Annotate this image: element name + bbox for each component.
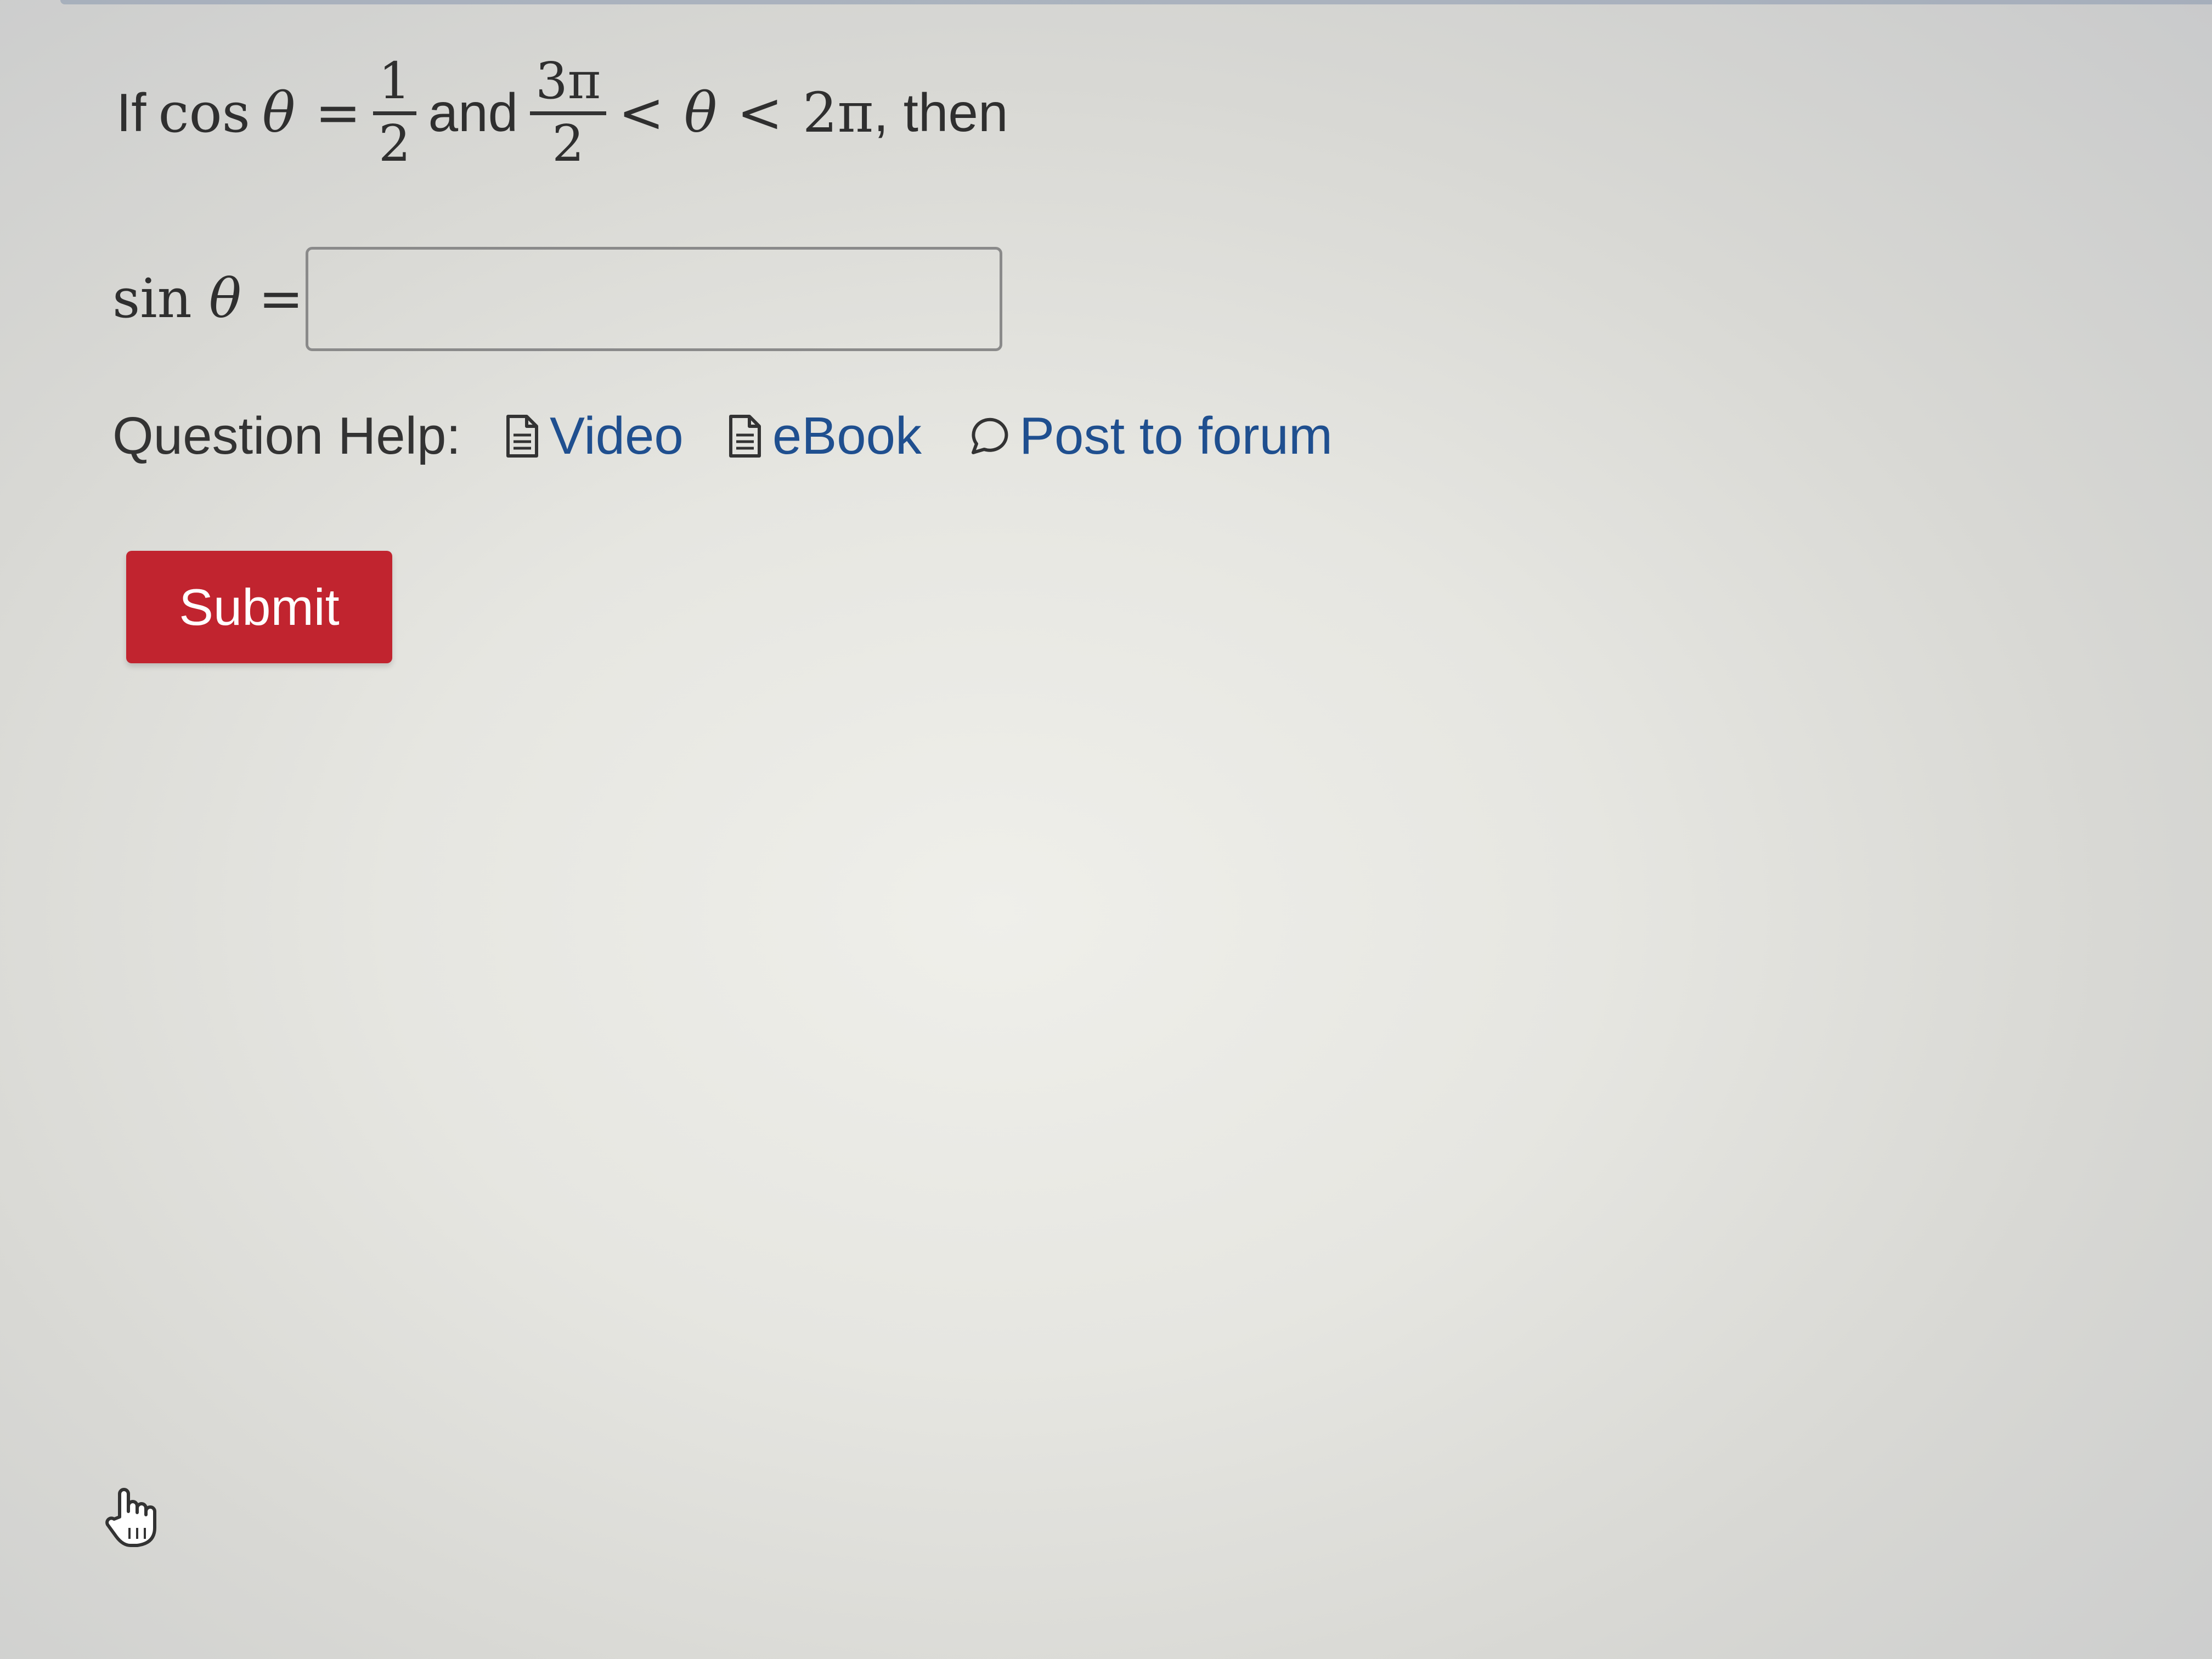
question-help-label: Question Help:	[112, 407, 461, 465]
video-link[interactable]: Video	[505, 406, 684, 466]
top-border	[60, 0, 2212, 4]
post-to-forum-link[interactable]: Post to forum	[966, 406, 1333, 466]
equals-sign: =	[315, 80, 362, 145]
post-to-forum-label: Post to forum	[1019, 407, 1333, 465]
document-icon	[506, 415, 539, 458]
ebook-link-label: eBook	[772, 407, 922, 465]
theta-symbol: θ	[262, 80, 296, 145]
speech-bubble-icon	[972, 417, 1008, 454]
sin-function: sin	[112, 268, 192, 330]
video-link-label: Video	[550, 407, 684, 465]
less-than-sign: <	[737, 80, 783, 145]
answer-row: sin θ =	[112, 247, 1003, 351]
fraction-denominator: 2	[552, 114, 584, 173]
answer-input[interactable]	[306, 247, 1003, 351]
theta-symbol: θ	[684, 80, 718, 145]
and-word: and	[428, 82, 518, 143]
hand-pointer-icon	[105, 1488, 156, 1547]
fraction-one-half: 1 2	[373, 54, 416, 173]
less-than-sign: <	[618, 80, 664, 145]
question-help: Question Help: Video eBook Post to forum	[112, 406, 1376, 466]
answer-label: sin θ =	[112, 268, 303, 330]
theta-symbol: θ	[208, 268, 241, 330]
question-prompt: If cos θ = 1 2 and 3π 2 < θ < 2π , then	[116, 54, 1008, 173]
fraction-denominator: 2	[379, 114, 411, 173]
fraction-three-pi-over-two: 3π 2	[530, 54, 607, 173]
submit-button[interactable]: Submit	[126, 551, 392, 663]
equals-sign: =	[258, 268, 304, 330]
question-prefix: If	[116, 82, 146, 143]
fraction-numerator: 1	[373, 54, 416, 115]
question-suffix: , then	[873, 82, 1008, 143]
document-icon	[729, 415, 761, 458]
fraction-numerator: 3π	[530, 54, 607, 115]
ebook-link[interactable]: eBook	[727, 406, 922, 466]
cos-function: cos	[158, 80, 250, 145]
upper-bound: 2π	[802, 80, 874, 145]
